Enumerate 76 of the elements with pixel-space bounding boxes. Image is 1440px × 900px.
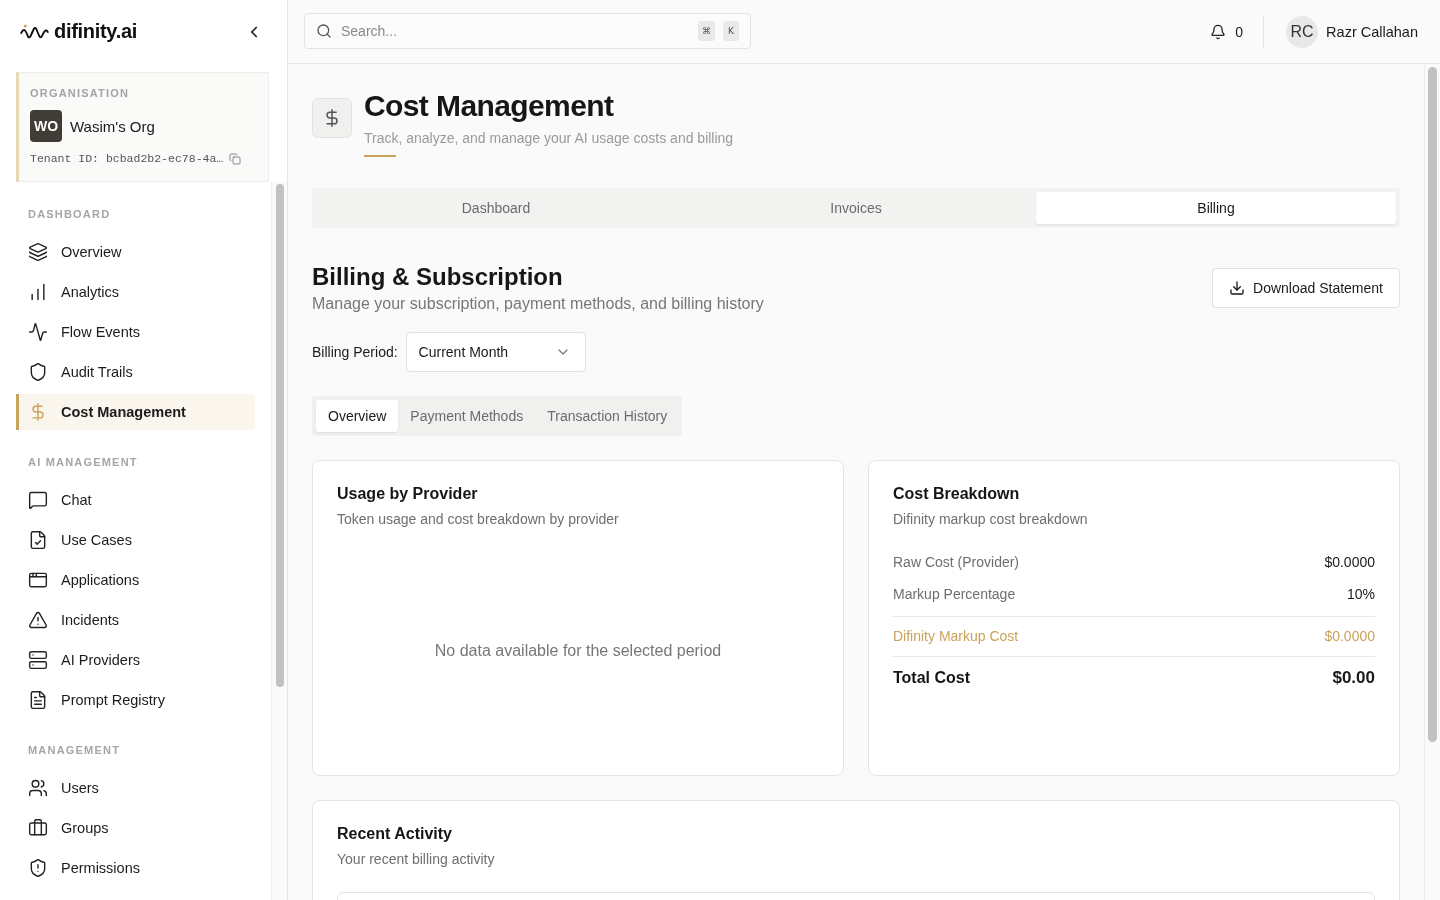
cost-value: $0.00 bbox=[1332, 667, 1375, 689]
tab[interactable]: Overview bbox=[316, 400, 399, 432]
copy-icon[interactable] bbox=[229, 152, 242, 165]
dollar-tile-icon bbox=[312, 98, 352, 138]
section-subtitle: Manage your subscription, payment methods, and billing history bbox=[312, 294, 764, 314]
chat-bubble-icon bbox=[28, 490, 48, 510]
org-name: Wasim's Org bbox=[70, 117, 155, 135]
nav-item[interactable]: Incidents bbox=[16, 602, 255, 638]
user-avatar: RC bbox=[1286, 15, 1319, 48]
billing-period-select[interactable]: Current Month bbox=[405, 332, 586, 372]
nav-item[interactable]: Analytics bbox=[16, 274, 255, 310]
nav-section-title: MANAGEMENT bbox=[28, 743, 121, 758]
shield-alert-icon bbox=[28, 858, 48, 878]
nav-item[interactable]: Users bbox=[16, 770, 255, 806]
briefcase-icon bbox=[28, 818, 48, 838]
cost-label: Total Cost bbox=[893, 668, 971, 688]
download-icon bbox=[1229, 280, 1246, 296]
cost-value: $0.0000 bbox=[1324, 627, 1375, 646]
nav-item[interactable]: Applications bbox=[16, 562, 255, 598]
nav-item[interactable]: Cost Management bbox=[16, 394, 255, 430]
tab[interactable]: Invoices bbox=[676, 192, 1036, 224]
scrollbar-thumb[interactable] bbox=[1428, 67, 1437, 742]
shortcut-key: K bbox=[723, 21, 739, 41]
scrollbar-thumb[interactable] bbox=[276, 184, 284, 687]
nav-item[interactable]: Overview bbox=[16, 234, 255, 270]
nav-item[interactable]: Prompt Registry bbox=[16, 682, 255, 718]
shield-icon bbox=[28, 362, 48, 382]
nav-item[interactable]: Use Cases bbox=[16, 522, 255, 558]
page-subtitle: Track, analyze, and manage your AI usage costs and billing bbox=[364, 129, 734, 148]
nav-section-title: DASHBOARD bbox=[28, 207, 111, 222]
card-subtitle: Your recent billing activity bbox=[337, 850, 496, 869]
tenant-id: Tenant ID: bcbad2b2-ec78-4a… bbox=[30, 152, 224, 165]
app-window-icon bbox=[28, 570, 48, 590]
tab[interactable]: Dashboard bbox=[316, 192, 676, 224]
nav-section-title: AI MANAGEMENT bbox=[28, 455, 138, 470]
wave-logo-icon bbox=[20, 23, 49, 40]
page-title: Cost Management bbox=[364, 88, 615, 124]
download-statement-button[interactable]: Download Statement bbox=[1212, 268, 1400, 308]
nav-item[interactable]: Permissions bbox=[16, 850, 255, 886]
bell-icon bbox=[1210, 23, 1227, 40]
logo-text: difinity.ai bbox=[54, 20, 137, 43]
cost-value: 10% bbox=[1346, 585, 1375, 604]
shortcut-key: ⌘ bbox=[698, 21, 715, 41]
nav-item[interactable]: Flow Events bbox=[16, 314, 255, 350]
organisation-label: ORGANISATION bbox=[30, 86, 131, 101]
file-check-icon bbox=[28, 530, 48, 550]
user-menu-button[interactable]: RC Razr Callahan bbox=[1286, 15, 1418, 48]
card-title: Cost Breakdown bbox=[893, 484, 1021, 504]
nav-item[interactable]: AI Providers bbox=[16, 642, 255, 678]
notifications-button[interactable]: 0 bbox=[1210, 23, 1244, 40]
tab[interactable]: Transaction History bbox=[535, 400, 680, 432]
cost-value: $0.0000 bbox=[1324, 553, 1375, 572]
cost-label: Markup Percentage bbox=[893, 585, 1016, 604]
document-icon bbox=[28, 690, 48, 710]
card-subtitle: Difinity markup cost breakdown bbox=[893, 510, 1089, 529]
users-icon bbox=[28, 778, 48, 798]
bar-chart-icon bbox=[28, 282, 48, 302]
search-icon bbox=[316, 23, 332, 39]
card-title: Usage by Provider bbox=[337, 484, 479, 504]
billing-period-label: Billing Period: bbox=[312, 344, 398, 360]
nav-item[interactable]: Chat bbox=[16, 482, 255, 518]
cost-label: Raw Cost (Provider) bbox=[893, 553, 1020, 572]
card-subtitle: Token usage and cost breakdown by provider bbox=[337, 510, 620, 529]
tab[interactable]: Payment Methods bbox=[398, 400, 536, 432]
nav-item[interactable]: Groups bbox=[16, 810, 255, 846]
nav-item[interactable]: Audit Trails bbox=[16, 354, 255, 390]
cost-label: Difinity Markup Cost bbox=[893, 627, 1019, 646]
layers-icon bbox=[28, 242, 48, 262]
warning-icon bbox=[28, 610, 48, 630]
org-avatar: WO bbox=[30, 110, 62, 142]
section-title: Billing & Subscription bbox=[312, 262, 564, 292]
tab[interactable]: Billing bbox=[1036, 192, 1396, 224]
card-title: Recent Activity bbox=[337, 824, 453, 844]
pulse-line-icon bbox=[28, 322, 48, 342]
empty-message: No data available for the selected period bbox=[434, 642, 722, 660]
server-icon bbox=[28, 650, 48, 670]
